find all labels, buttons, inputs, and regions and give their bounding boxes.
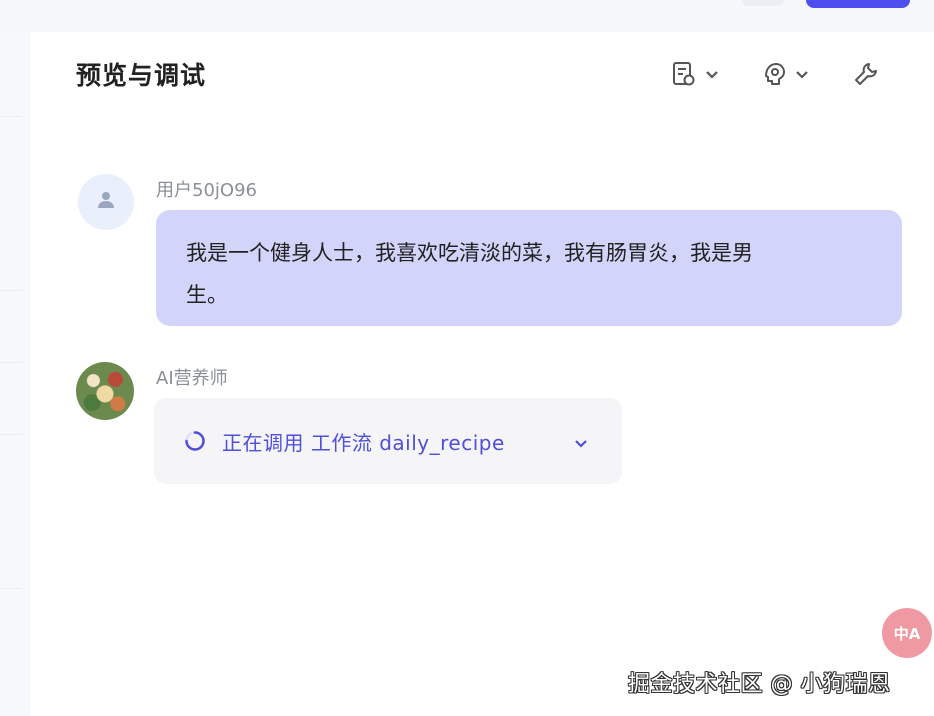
preview-debug-panel: 预览与调试 用户50jO96 我是一个健身人士，我喜欢吃清淡的菜，我有肠胃炎，我… — [30, 32, 934, 716]
page-title: 预览与调试 — [76, 61, 207, 90]
document-settings-dropdown[interactable] — [670, 60, 720, 88]
chevron-down-icon[interactable] — [572, 434, 590, 456]
translate-button[interactable]: 中A — [882, 608, 932, 658]
sidebar-divider — [0, 434, 22, 435]
debug-tools-button[interactable] — [852, 60, 880, 88]
loading-spinner-icon — [184, 430, 206, 452]
user-avatar — [78, 174, 134, 230]
workflow-status-text: 正在调用 工作流 daily_recipe — [222, 430, 505, 455]
chevron-down-icon — [794, 66, 810, 82]
left-sidebar-edge — [0, 32, 30, 716]
model-settings-dropdown[interactable] — [760, 60, 810, 88]
person-icon — [95, 189, 117, 215]
sidebar-divider — [0, 290, 22, 291]
top-bar-secondary-button[interactable] — [742, 0, 784, 6]
user-message-text-line: 生。 — [186, 283, 228, 307]
sidebar-divider — [0, 362, 22, 363]
document-settings-icon — [670, 60, 698, 88]
assistant-avatar — [76, 362, 134, 420]
sidebar-divider — [0, 116, 22, 117]
wrench-icon — [852, 60, 880, 88]
top-bar — [0, 0, 934, 32]
assistant-message-bubble[interactable]: 正在调用 工作流 daily_recipe — [154, 398, 622, 484]
user-sender-name: 用户50jO96 — [156, 180, 257, 201]
assistant-sender-name: AI营养师 — [156, 368, 228, 389]
model-settings-icon — [760, 60, 788, 88]
watermark-text: 掘金技术社区 @ 小狗瑞恩 — [628, 672, 891, 697]
user-message-text-line: 我是一个健身人士，我喜欢吃清淡的菜，我有肠胃炎，我是男 — [186, 241, 753, 265]
sidebar-divider — [0, 588, 22, 589]
user-message-bubble: 我是一个健身人士，我喜欢吃清淡的菜，我有肠胃炎，我是男 生。 — [156, 210, 902, 326]
chevron-down-icon — [704, 66, 720, 82]
top-bar-primary-button[interactable] — [806, 0, 910, 8]
